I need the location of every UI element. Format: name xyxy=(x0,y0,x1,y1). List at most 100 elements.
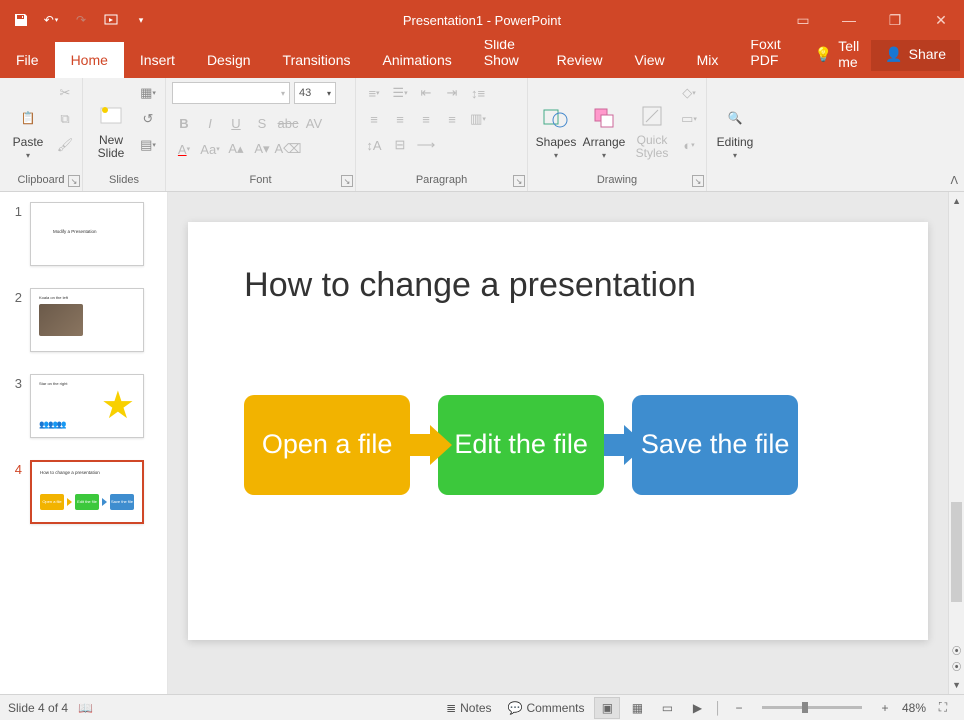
increase-indent-icon[interactable]: ⇥ xyxy=(440,82,464,104)
undo-icon[interactable]: ↶▾ xyxy=(38,7,64,33)
underline-icon[interactable]: U xyxy=(224,112,248,134)
flow-box-2[interactable]: Edit the file xyxy=(438,395,604,495)
scroll-down-icon[interactable]: ▼ xyxy=(949,676,964,694)
flow-box-3[interactable]: Save the file xyxy=(632,395,798,495)
slide-canvas[interactable]: How to change a presentation Open a file… xyxy=(168,192,948,694)
save-icon[interactable] xyxy=(8,7,34,33)
start-from-beginning-icon[interactable] xyxy=(98,7,124,33)
font-size-combo[interactable]: 43▾ xyxy=(294,82,336,104)
thumb-4[interactable]: 4 How to change a presentation Open a fi… xyxy=(8,460,159,524)
clear-format-icon[interactable]: A⌫ xyxy=(276,138,300,160)
slide-counter[interactable]: Slide 4 of 4 xyxy=(8,701,68,715)
fit-to-window-icon[interactable]: ⛶ xyxy=(930,697,956,719)
zoom-in-button[interactable]: + xyxy=(872,697,898,719)
vertical-scrollbar[interactable]: ▲ ⦿ ⦿ ▼ xyxy=(948,192,964,694)
align-center-icon[interactable]: ≡ xyxy=(388,108,412,130)
sorter-view-icon[interactable]: ▦ xyxy=(624,697,650,719)
zoom-slider[interactable] xyxy=(762,706,862,709)
tab-view[interactable]: View xyxy=(619,42,681,78)
copy-icon[interactable]: ⧉ xyxy=(54,108,76,130)
decrease-indent-icon[interactable]: ⇤ xyxy=(414,82,438,104)
reading-view-icon[interactable]: ▭ xyxy=(654,697,680,719)
align-text-icon[interactable]: ⊟ xyxy=(388,134,412,156)
tab-home[interactable]: Home xyxy=(55,42,124,78)
slide-title[interactable]: How to change a presentation xyxy=(244,266,872,305)
shrink-font-icon[interactable]: A▾ xyxy=(250,138,274,160)
minimize-icon[interactable]: — xyxy=(826,0,872,40)
line-spacing-icon[interactable]: ↕≡ xyxy=(466,82,490,104)
zoom-out-button[interactable]: − xyxy=(726,697,752,719)
numbering-icon[interactable]: ☰▾ xyxy=(388,82,412,104)
flow-box-1[interactable]: Open a file xyxy=(244,395,410,495)
ribbon-options-icon[interactable]: ▭ xyxy=(780,0,826,40)
group-slides: New Slide ▦▾ ↺ ▤▾ Slides xyxy=(83,78,166,191)
paragraph-dialog-launcher[interactable]: ↘ xyxy=(513,175,525,187)
bullets-icon[interactable]: ≡▾ xyxy=(362,82,386,104)
cut-icon[interactable]: ✂ xyxy=(54,82,76,104)
zoom-value[interactable]: 48% xyxy=(902,701,926,715)
section-icon[interactable]: ▤▾ xyxy=(137,134,159,156)
char-spacing-icon[interactable]: AV xyxy=(302,112,326,134)
maximize-icon[interactable]: ❐ xyxy=(872,0,918,40)
tab-animations[interactable]: Animations xyxy=(366,42,467,78)
slide[interactable]: How to change a presentation Open a file… xyxy=(188,222,928,640)
thumb-3[interactable]: 3 Star on the right ★ 👥👥👥 xyxy=(8,374,159,438)
share-button[interactable]: 👤Share xyxy=(871,38,960,71)
smartart-flow[interactable]: Open a file Edit the file Save the file xyxy=(244,395,872,495)
next-slide-icon[interactable]: ⦿ xyxy=(949,660,964,676)
align-right-icon[interactable]: ≡ xyxy=(414,108,438,130)
redo-icon[interactable]: ↷ xyxy=(68,7,94,33)
strike-icon[interactable]: abc xyxy=(276,112,300,134)
italic-icon[interactable]: I xyxy=(198,112,222,134)
new-slide-button[interactable]: New Slide xyxy=(89,82,133,160)
editing-button[interactable]: 🔍 Editing ▾ xyxy=(713,82,757,160)
zoom-thumb[interactable] xyxy=(802,702,808,713)
chevron-down-icon: ▾ xyxy=(26,151,30,160)
shape-effects-icon[interactable]: ◐▾ xyxy=(678,134,700,156)
quick-styles-button[interactable]: Quick Styles xyxy=(630,82,674,160)
font-color-icon[interactable]: A▾ xyxy=(172,138,196,160)
font-name-combo[interactable]: ▾ xyxy=(172,82,290,104)
thumb-2[interactable]: 2 Koala on the left xyxy=(8,288,159,352)
normal-view-icon[interactable]: ▣ xyxy=(594,697,620,719)
shape-outline-icon[interactable]: ▭▾ xyxy=(678,108,700,130)
slideshow-view-icon[interactable]: ▶ xyxy=(684,697,710,719)
drawing-dialog-launcher[interactable]: ↘ xyxy=(692,175,704,187)
notes-button[interactable]: ≣Notes xyxy=(440,695,497,721)
customize-qat-icon[interactable]: ▾ xyxy=(128,7,154,33)
shape-fill-icon[interactable]: ◇▾ xyxy=(678,82,700,104)
layout-icon[interactable]: ▦▾ xyxy=(137,82,159,104)
thumb-1[interactable]: 1 Modify a Presentation xyxy=(8,202,159,266)
tab-mix[interactable]: Mix xyxy=(681,42,735,78)
tab-transitions[interactable]: Transitions xyxy=(267,42,367,78)
scroll-thumb[interactable] xyxy=(951,502,962,602)
tab-insert[interactable]: Insert xyxy=(124,42,191,78)
tab-file[interactable]: File xyxy=(0,42,55,78)
arrange-button[interactable]: Arrange ▾ xyxy=(582,82,626,160)
comments-button[interactable]: 💬Comments xyxy=(502,695,591,721)
shadow-icon[interactable]: S xyxy=(250,112,274,134)
spell-check-icon[interactable]: 📖 xyxy=(78,701,93,715)
collapse-ribbon-icon[interactable]: ᐱ xyxy=(950,174,958,187)
clipboard-dialog-launcher[interactable]: ↘ xyxy=(68,175,80,187)
scroll-up-icon[interactable]: ▲ xyxy=(949,192,964,210)
ribbon: 📋 Paste ▾ ✂ ⧉ 🖌 Clipboard ↘ New Slide ▦▾… xyxy=(0,78,964,192)
paste-button[interactable]: 📋 Paste ▾ xyxy=(6,82,50,160)
change-case-icon[interactable]: Aa▾ xyxy=(198,138,222,160)
bold-icon[interactable]: B xyxy=(172,112,196,134)
close-icon[interactable]: ✕ xyxy=(918,0,964,40)
align-left-icon[interactable]: ≡ xyxy=(362,108,386,130)
prev-slide-icon[interactable]: ⦿ xyxy=(949,644,964,660)
format-painter-icon[interactable]: 🖌 xyxy=(54,134,76,156)
font-dialog-launcher[interactable]: ↘ xyxy=(341,175,353,187)
justify-icon[interactable]: ≡ xyxy=(440,108,464,130)
grow-font-icon[interactable]: A▴ xyxy=(224,138,248,160)
tab-review[interactable]: Review xyxy=(541,42,619,78)
thumb-preview: Koala on the left xyxy=(30,288,144,352)
shapes-button[interactable]: Shapes ▾ xyxy=(534,82,578,160)
columns-icon[interactable]: ▥▾ xyxy=(466,108,490,130)
smartart-icon[interactable]: ⟶ xyxy=(414,134,438,156)
tab-design[interactable]: Design xyxy=(191,42,267,78)
text-direction-icon[interactable]: ↕A xyxy=(362,134,386,156)
reset-icon[interactable]: ↺ xyxy=(137,108,159,130)
